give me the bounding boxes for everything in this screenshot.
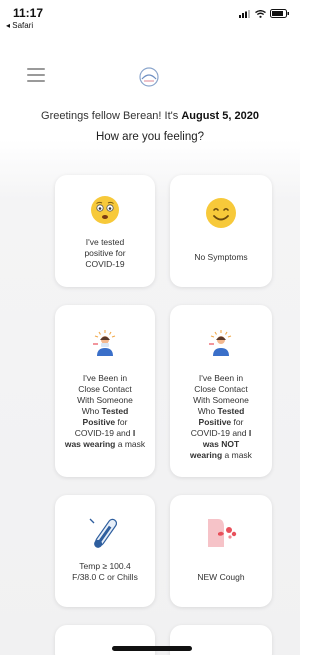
cough-icon bbox=[208, 519, 237, 547]
card-temperature[interactable]: Temp ≥ 100.4 F/38.0 C or Chills bbox=[55, 495, 155, 607]
card-no-symptoms[interactable]: No Symptoms bbox=[170, 175, 272, 287]
app-screen: 11:17 ◂ Safari Greetings fellow Berean! … bbox=[0, 0, 300, 655]
card-tested-positive[interactable]: I've tested positive for COVID-19 bbox=[55, 175, 155, 287]
card-label: I've Been in Close Contact With Someone … bbox=[190, 373, 252, 460]
hamburger-menu-icon[interactable] bbox=[27, 68, 45, 82]
person-alert-icon bbox=[209, 330, 232, 356]
smiling-face-icon bbox=[206, 198, 236, 228]
card-label: No Symptoms bbox=[194, 252, 248, 262]
app-logo bbox=[139, 67, 159, 87]
home-indicator bbox=[112, 646, 192, 651]
signal-icon bbox=[239, 9, 250, 18]
wifi-icon bbox=[255, 9, 266, 18]
card-label: I've Been in Close Contact With Someone … bbox=[64, 373, 146, 449]
card-label: Temp ≥ 100.4 F/38.0 C or Chills bbox=[72, 561, 138, 582]
system-icons bbox=[239, 9, 290, 18]
thermometer-icon bbox=[89, 518, 118, 548]
card-new-cough[interactable]: NEW Cough bbox=[170, 495, 272, 607]
battery-icon bbox=[270, 9, 289, 18]
card-close-contact-masked[interactable]: I've Been in Close Contact With Someone … bbox=[55, 305, 155, 477]
greeting-text: Greetings fellow Berean! It's August 5, … bbox=[41, 110, 259, 122]
worried-face-icon bbox=[91, 196, 119, 224]
card-close-contact-unmasked[interactable]: I've Been in Close Contact With Someone … bbox=[170, 305, 272, 477]
feeling-question: How are you feeling? bbox=[95, 131, 205, 143]
clock: 11:17 bbox=[13, 6, 44, 20]
status-bar: 11:17 ◂ Safari bbox=[0, 0, 300, 36]
card-label: I've tested positive for COVID-19 bbox=[84, 237, 126, 269]
person-alert-icon bbox=[93, 330, 116, 356]
current-date: August 5, 2020 bbox=[181, 110, 259, 122]
card-label: NEW Cough bbox=[197, 572, 245, 582]
back-to-safari-link[interactable]: ◂ Safari bbox=[6, 21, 33, 30]
